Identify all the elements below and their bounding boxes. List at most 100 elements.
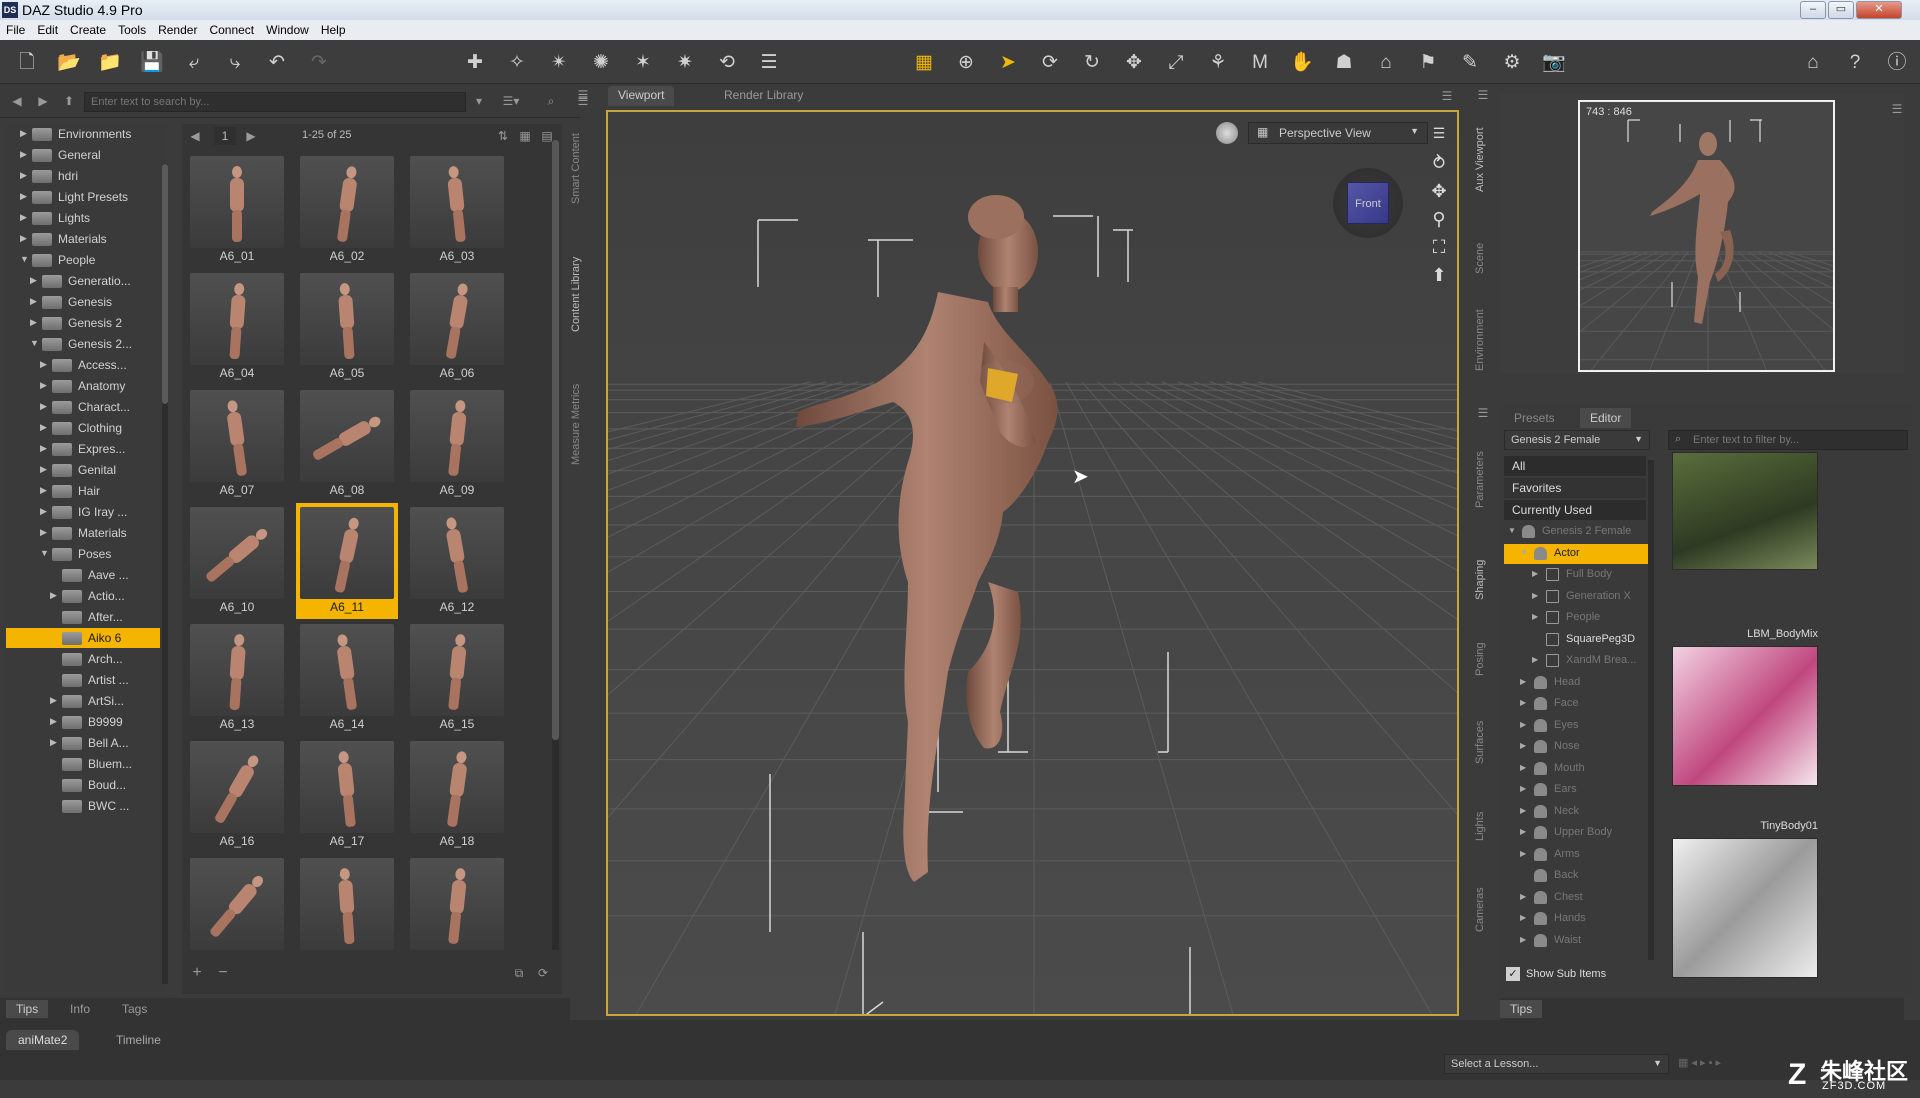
menu-help[interactable]: Help: [315, 20, 352, 37]
tab-content-library[interactable]: Content Library: [570, 246, 590, 342]
collapse-arrow-icon[interactable]: ▶: [40, 464, 47, 475]
folder-17[interactable]: ▶ Hair: [6, 481, 160, 501]
tab-render-library[interactable]: Render Library: [714, 86, 813, 106]
folder-12[interactable]: ▶ Anatomy: [6, 376, 160, 396]
collapse-arrow-icon[interactable]: ▶: [40, 506, 47, 517]
parameter-node[interactable]: ▶ Upper Body: [1504, 823, 1648, 843]
tree-arrow-icon[interactable]: ▶: [1520, 892, 1526, 901]
camera-add-icon[interactable]: ✷: [672, 50, 698, 76]
node-selection-icon[interactable]: ➤: [995, 50, 1021, 76]
expand-arrow-icon[interactable]: ▼: [40, 548, 49, 558]
folder-11[interactable]: ▶ Access...: [6, 355, 160, 375]
expand-arrow-icon[interactable]: ▼: [20, 254, 29, 264]
tree-arrow-icon[interactable]: ▶: [1520, 784, 1526, 793]
folder-9[interactable]: ▶ Genesis 2: [6, 313, 160, 333]
pose-thumbnail[interactable]: A6_07: [186, 386, 288, 502]
close-button[interactable]: ✕: [1856, 1, 1902, 19]
tab-editor[interactable]: Editor: [1580, 408, 1632, 428]
collapse-arrow-icon[interactable]: ▶: [20, 233, 27, 244]
pose-thumbnail[interactable]: A6_12: [406, 503, 508, 619]
pose-thumbnail[interactable]: A6_10: [186, 503, 288, 619]
tree-arrow-icon[interactable]: ▶: [1532, 655, 1538, 664]
parameter-node[interactable]: ▶ Eyes: [1504, 716, 1648, 736]
checkbox-checked-icon[interactable]: ✓: [1506, 967, 1520, 981]
pose-thumbnail[interactable]: [296, 854, 398, 970]
collapse-arrow-icon[interactable]: ▶: [40, 443, 47, 454]
folder-28[interactable]: ▶ B9999: [6, 712, 160, 732]
pose-thumbnail[interactable]: A6_05: [296, 269, 398, 385]
right-panel-menu-icon[interactable]: ☰: [1474, 86, 1492, 104]
page-number[interactable]: 1: [214, 127, 236, 145]
folder-32[interactable]: BWC ...: [6, 796, 160, 816]
tree-arrow-icon[interactable]: ▼: [1508, 526, 1516, 535]
create-figure-icon[interactable]: ✚: [462, 50, 488, 76]
up-icon[interactable]: ⬆: [60, 92, 78, 110]
parameter-filter-input[interactable]: Enter text to filter by... ⌕: [1668, 430, 1908, 450]
node-icon[interactable]: ⟲: [714, 50, 740, 76]
pose-thumbnail[interactable]: A6_09: [406, 386, 508, 502]
preset-thumbnail[interactable]: [1672, 452, 1818, 570]
parameter-node[interactable]: SquarePeg3D: [1504, 630, 1648, 650]
folder-1[interactable]: ▶ General: [6, 145, 160, 165]
add-icon[interactable]: +: [188, 964, 206, 982]
frame-icon[interactable]: ⛶: [1426, 234, 1452, 260]
collapse-arrow-icon[interactable]: ▶: [40, 380, 47, 391]
pose-thumbnail[interactable]: A6_11: [296, 503, 398, 619]
sort-icon[interactable]: ⇅: [494, 127, 512, 145]
parameter-node[interactable]: ▼ Genesis 2 Female: [1504, 522, 1648, 542]
grid-view-icon[interactable]: ▦: [516, 127, 534, 145]
parameter-node[interactable]: ▶ Mouth: [1504, 759, 1648, 779]
tab-animate2[interactable]: aniMate2: [6, 1030, 80, 1050]
point-light-icon[interactable]: ✺: [588, 50, 614, 76]
pose-thumbnail[interactable]: A6_08: [296, 386, 398, 502]
back-icon[interactable]: ◀: [8, 92, 26, 110]
tab-shaping[interactable]: Shaping: [1474, 550, 1494, 610]
spot-render-icon[interactable]: ✎: [1457, 50, 1483, 76]
folder-25[interactable]: Arch...: [6, 649, 160, 669]
collapse-arrow-icon[interactable]: ▶: [50, 737, 57, 748]
viewport-menu-icon[interactable]: ☰: [1438, 87, 1456, 105]
tab-tips[interactable]: Tips: [6, 1000, 49, 1018]
preset-thumbnail[interactable]: [1672, 646, 1818, 786]
folder-4[interactable]: ▶ Lights: [6, 208, 160, 228]
pose-thumbnail[interactable]: A6_01: [186, 152, 288, 268]
collapse-arrow-icon[interactable]: ▶: [30, 317, 37, 328]
home-icon[interactable]: ⌂: [1800, 50, 1826, 76]
restore-button[interactable]: ▭: [1828, 1, 1854, 19]
pose-thumbnail[interactable]: A6_02: [296, 152, 398, 268]
folder-26[interactable]: Artist ...: [6, 670, 160, 690]
tree-arrow-icon[interactable]: ▶: [1520, 806, 1526, 815]
menu-edit[interactable]: Edit: [31, 20, 64, 37]
figure-selector[interactable]: Genesis 2 Female ▼: [1504, 430, 1650, 450]
folder-27[interactable]: ▶ ArtSi...: [6, 691, 160, 711]
tree-scrollbar[interactable]: [162, 164, 168, 984]
draw-style-icon[interactable]: [1216, 122, 1238, 144]
parameter-node[interactable]: ▶ People: [1504, 608, 1648, 628]
pose-thumbnail[interactable]: A6_18: [406, 737, 508, 853]
collapse-arrow-icon[interactable]: ▶: [40, 401, 47, 412]
joint-editor-icon[interactable]: ⚘: [1205, 50, 1231, 76]
folder-7[interactable]: ▶ Generatio...: [6, 271, 160, 291]
aux-menu-icon[interactable]: ☰: [1888, 100, 1906, 118]
save-icon[interactable]: 💾: [139, 50, 165, 76]
parameter-node[interactable]: ▶ Head: [1504, 673, 1648, 693]
collapse-arrow-icon[interactable]: ▶: [40, 359, 47, 370]
lesson-step-controls[interactable]: ▦ ◂ ▸ ▪ ▸: [1678, 1056, 1782, 1072]
tree-arrow-icon[interactable]: ▶: [1532, 591, 1538, 600]
tree-arrow-icon[interactable]: ▶: [1520, 849, 1526, 858]
folder-16[interactable]: ▶ Genital: [6, 460, 160, 480]
menu-render[interactable]: Render: [152, 20, 203, 37]
expand-arrow-icon[interactable]: ▼: [30, 338, 39, 348]
tab-cameras[interactable]: Cameras: [1474, 880, 1494, 940]
viewport[interactable]: Perspective View ▦ ▼ ☰ ⥁ ✥ ⚲ ⛶ ⬆ Front ➤: [606, 110, 1459, 1016]
menu-file[interactable]: File: [0, 20, 31, 37]
tab-scene[interactable]: Scene: [1474, 230, 1494, 286]
collapse-arrow-icon[interactable]: ▶: [30, 275, 37, 286]
view-options-icon[interactable]: ☰▾: [496, 92, 526, 110]
tree-arrow-icon[interactable]: ▶: [1532, 569, 1538, 578]
folder-15[interactable]: ▶ Expres...: [6, 439, 160, 459]
tree-arrow-icon[interactable]: ▶: [1532, 612, 1538, 621]
preset-thumbnail[interactable]: [1672, 838, 1818, 978]
parameter-node[interactable]: ▶ Chest: [1504, 888, 1648, 908]
collapse-arrow-icon[interactable]: ▶: [40, 485, 47, 496]
